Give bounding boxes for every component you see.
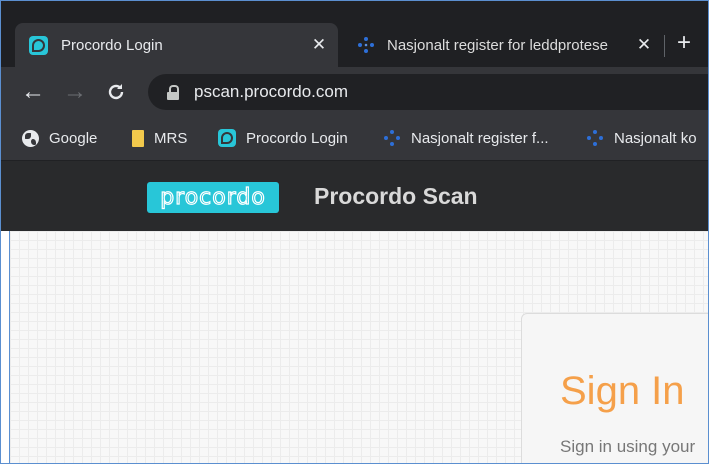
tab-title: Nasjonalt register for leddprotese: [387, 36, 608, 54]
bookmark-procordo-login[interactable]: Procordo Login: [218, 125, 348, 151]
bookmark-label: Nasjonalt ko: [614, 129, 697, 147]
signin-subtitle: Sign in using your: [560, 437, 696, 456]
close-tab-icon[interactable]: ✕: [306, 35, 332, 55]
logo-text: procordo: [160, 184, 266, 211]
tab-strip: Procordo Login ✕ Nasjonalt register for …: [1, 1, 708, 67]
tab-title: Procordo Login: [61, 36, 163, 54]
app-title: Procordo Scan: [314, 183, 478, 209]
nrl-favicon-icon: [384, 130, 400, 146]
procordo-logo[interactable]: procordo: [147, 182, 279, 213]
bookmark-label: Procordo Login: [246, 129, 348, 147]
bookmark-google[interactable]: Google: [22, 125, 97, 151]
bookmark-nasjonalt-ko[interactable]: Nasjonalt ko: [586, 125, 697, 151]
reload-icon: [108, 84, 124, 100]
tab-nasjonalt-register[interactable]: Nasjonalt register for leddprotese ✕: [345, 23, 663, 67]
signin-title: Sign In: [560, 369, 685, 413]
tab-separator: [664, 35, 665, 57]
address-bar[interactable]: pscan.procordo.com: [148, 74, 708, 110]
bookmark-label: MRS: [154, 129, 188, 147]
folder-bookmark-icon: [132, 129, 144, 147]
new-tab-button[interactable]: +: [677, 29, 691, 57]
tab-procordo-login[interactable]: Procordo Login ✕: [15, 23, 338, 67]
procordo-favicon-icon: [29, 35, 48, 55]
globe-icon: [22, 129, 39, 147]
procordo-favicon-icon: [218, 129, 236, 147]
bookmark-nasjonalt-register[interactable]: Nasjonalt register f...: [383, 125, 549, 151]
close-tab-icon[interactable]: ✕: [631, 35, 657, 55]
reload-button[interactable]: [105, 78, 127, 110]
nrl-favicon-icon: [587, 130, 603, 146]
bookmark-label: Nasjonalt register f...: [411, 129, 549, 147]
bookmark-mrs[interactable]: MRS: [132, 125, 187, 151]
bookmark-label: Google: [49, 129, 98, 147]
forward-button[interactable]: →: [63, 78, 87, 106]
browser-window: Procordo Login ✕ Nasjonalt register for …: [0, 0, 709, 464]
back-button[interactable]: ←: [21, 78, 45, 106]
bookmarks-bar: Google MRS Procordo Login Nasjonalt regi…: [1, 117, 708, 161]
signin-card: Sign In Sign in using your: [521, 313, 708, 463]
lock-icon[interactable]: [167, 84, 179, 100]
site-header: procordo Procordo Scan: [1, 161, 708, 231]
url-text[interactable]: pscan.procordo.com: [194, 82, 348, 102]
nrl-favicon-icon: [358, 37, 374, 53]
browser-toolbar: ← → pscan.procordo.com: [1, 67, 708, 117]
page-left-gutter: [1, 231, 10, 463]
